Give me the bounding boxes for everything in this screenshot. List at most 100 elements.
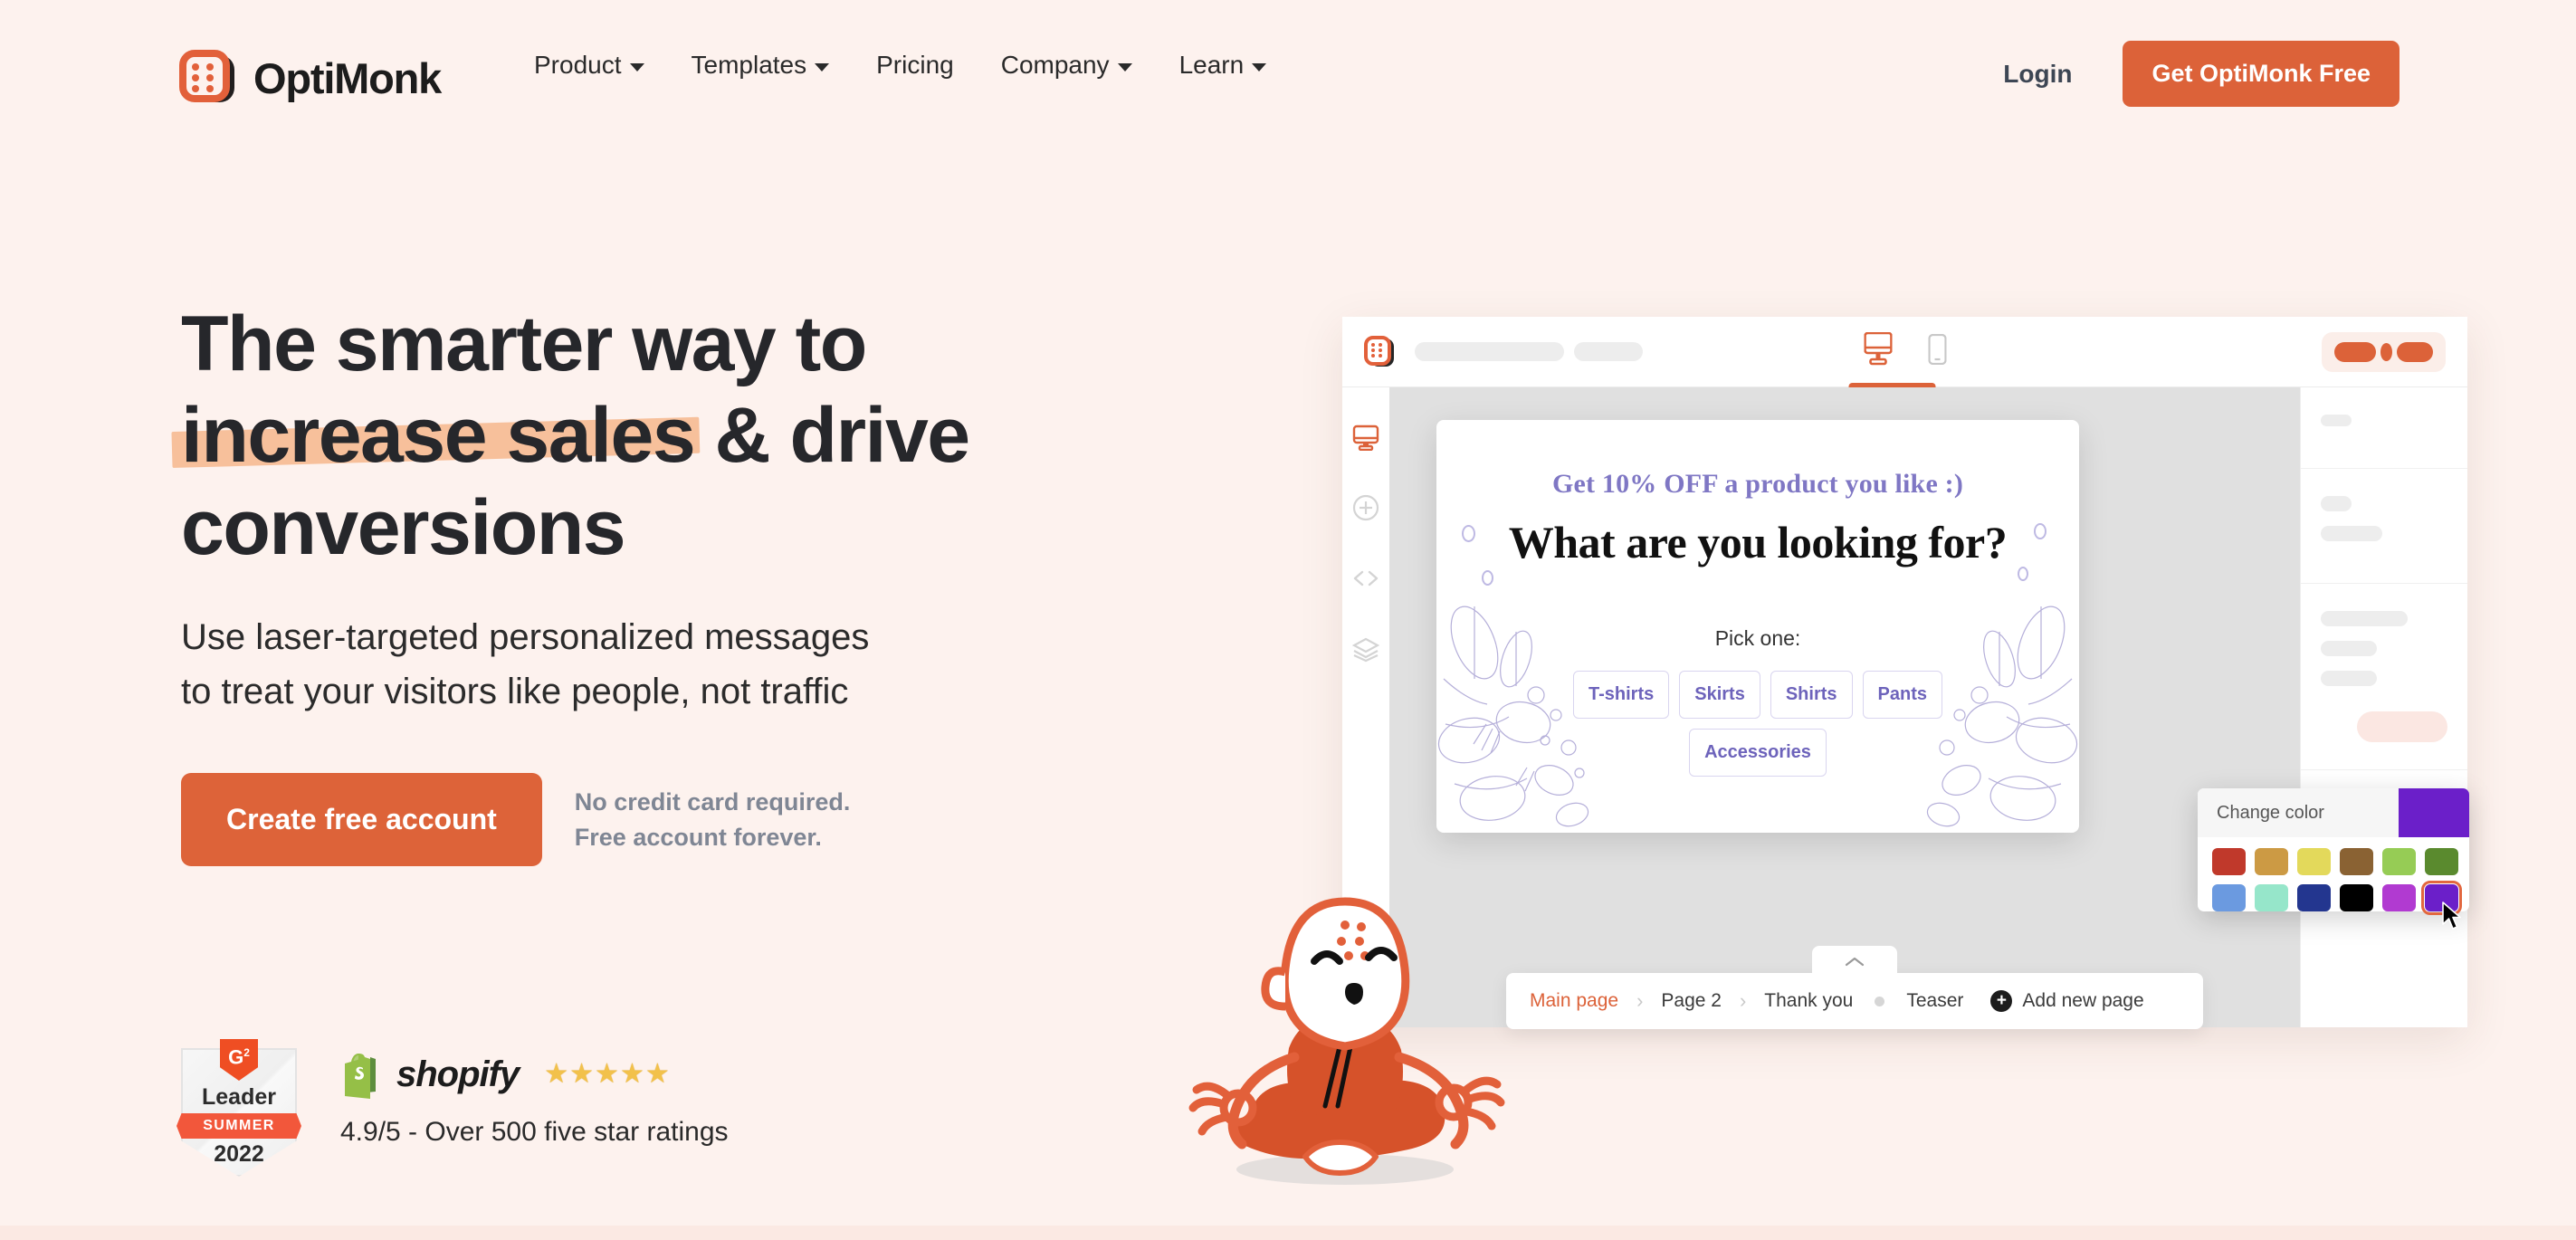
g2-title: Leader <box>202 1084 276 1110</box>
page-tab-page-2[interactable]: Page 2 <box>1661 990 1722 1012</box>
color-swatch-red[interactable] <box>2212 848 2246 875</box>
page-navigation-bar: Main page › Page 2 › Thank you Teaser + … <box>1506 946 2203 1029</box>
panel-section <box>2301 387 2467 469</box>
popup-eyebrow: Get 10% OFF a product you like :) <box>1551 469 1964 499</box>
layers-icon[interactable] <box>1352 635 1379 663</box>
popup-title: What are you looking for? <box>1508 517 2008 568</box>
shopify-wordmark: shopify <box>396 1054 520 1094</box>
optimonk-logo-icon <box>179 50 235 106</box>
change-color-label: Change color <box>2217 802 2324 823</box>
color-swatch-black[interactable] <box>2340 884 2373 911</box>
main-nav: Product Templates Pricing Company Learn <box>534 51 1267 80</box>
color-swatch-yellow[interactable] <box>2297 848 2331 875</box>
plus-icon: + <box>1990 990 2013 1012</box>
login-link[interactable]: Login <box>2003 60 2072 89</box>
desktop-view-tab[interactable] <box>1848 331 1935 391</box>
color-swatch-magenta[interactable] <box>2382 884 2416 911</box>
color-swatch-goldenrod[interactable] <box>2255 848 2288 875</box>
rating-text: 4.9/5 - Over 500 five star ratings <box>340 1117 729 1147</box>
display-icon[interactable] <box>1352 424 1379 451</box>
hero-subhead: Use laser-targeted personalized messages… <box>181 610 1249 719</box>
color-swatch-light-green[interactable] <box>2382 848 2416 875</box>
page-separator-icon: › <box>1739 989 1747 1012</box>
shopify-bag-icon <box>340 1050 384 1099</box>
popup-options-row-2: Accessories <box>1436 729 2079 777</box>
plus-circle-icon[interactable] <box>1352 494 1379 521</box>
panel-placeholder-bar <box>2321 671 2377 686</box>
hero-copy: The smarter way to increase sales & driv… <box>181 299 1249 867</box>
subhead-line-2: to treat your visitors like people, not … <box>181 672 849 712</box>
popup-option-accessories[interactable]: Accessories <box>1689 729 1827 777</box>
panel-placeholder-bar <box>2321 611 2408 626</box>
panel-section <box>2301 584 2467 770</box>
meditating-monk-mascot <box>1188 897 1505 1185</box>
nav-item-pricing[interactable]: Pricing <box>876 51 954 80</box>
g2-leader-badge: G2 Leader SUMMER 2022 <box>177 1039 301 1177</box>
panel-placeholder-bar <box>2321 415 2352 426</box>
toolbar-action-primary[interactable] <box>2334 341 2376 362</box>
nav-label: Company <box>1000 51 1110 79</box>
current-color-swatch[interactable] <box>2399 788 2469 837</box>
popup-pick-label: Pick one: <box>1714 626 1801 650</box>
desktop-icon <box>1863 331 1893 366</box>
color-swatch-brown[interactable] <box>2340 848 2373 875</box>
optimonk-logo-icon[interactable] <box>1364 335 1395 368</box>
g2-superscript: 2 <box>243 1046 250 1059</box>
mobile-icon <box>1927 333 1947 366</box>
headline-line-1: The smarter way to <box>181 300 867 387</box>
add-new-page-button[interactable]: + Add new page <box>1990 990 2144 1012</box>
popup-option-skirts[interactable]: Skirts <box>1679 671 1760 719</box>
device-toggle-group <box>1848 331 1947 391</box>
shopify-rating: shopify ★ ★ ★ ★ ★ 4.9/5 - Over 500 five … <box>340 1039 729 1148</box>
toolbar-action-buttons[interactable] <box>2322 331 2446 372</box>
note-line-1: No credit card required. <box>574 787 851 816</box>
nav-item-product[interactable]: Product <box>534 51 644 80</box>
code-icon[interactable] <box>1352 565 1379 592</box>
brand-name: OptiMonk <box>253 53 442 102</box>
headline-line-2: increase sales & drive <box>181 390 1249 482</box>
color-swatch-dark-green[interactable] <box>2425 848 2458 875</box>
page-dot-indicator <box>1875 996 1885 1006</box>
g2-season: SUMMER <box>177 1113 301 1139</box>
brand-logo[interactable]: OptiMonk <box>179 50 442 106</box>
star-icon: ★ <box>644 1059 670 1089</box>
chevron-down-icon <box>815 63 830 72</box>
color-swatch-blue[interactable] <box>2212 884 2246 911</box>
get-optimonk-free-button[interactable]: Get OptiMonk Free <box>2123 41 2399 107</box>
page-tab-main-page[interactable]: Main page <box>1530 990 1618 1012</box>
nav-label: Learn <box>1178 51 1245 79</box>
star-icon: ★ <box>595 1059 619 1089</box>
page-separator-icon: › <box>1636 989 1644 1012</box>
toolbar-placeholder-bar <box>1415 342 1564 361</box>
collapse-handle[interactable] <box>1812 946 1897 977</box>
nav-item-learn[interactable]: Learn <box>1179 51 1267 80</box>
star-icon: ★ <box>544 1059 569 1089</box>
toolbar-action-secondary[interactable] <box>2397 341 2433 362</box>
chevron-up-icon <box>1845 957 1865 966</box>
toolbar-placeholder-bar <box>1574 342 1643 361</box>
create-free-account-button[interactable]: Create free account <box>181 773 542 867</box>
nav-item-templates[interactable]: Templates <box>692 51 830 80</box>
nav-label: Templates <box>691 51 807 79</box>
mobile-view-tab[interactable] <box>1927 333 1947 369</box>
subhead-line-1: Use laser-targeted personalized messages <box>181 617 870 658</box>
panel-section <box>2301 469 2467 584</box>
page-tab-thank-you[interactable]: Thank you <box>1764 990 1853 1012</box>
popup-option-pants[interactable]: Pants <box>1862 671 1942 719</box>
nav-item-company[interactable]: Company <box>1001 51 1132 80</box>
color-swatch-navy[interactable] <box>2297 884 2331 911</box>
landing-page: OptiMonk Product Templates Pricing Compa… <box>0 0 2576 1240</box>
panel-placeholder-bar <box>2321 526 2382 541</box>
editor-canvas: Get 10% OFF a product you like :) What a… <box>1389 387 2300 1027</box>
popup-option-shirts[interactable]: Shirts <box>1770 671 1853 719</box>
popup-option-tshirts[interactable]: T-shirts <box>1573 671 1670 719</box>
page-tab-teaser[interactable]: Teaser <box>1906 990 1963 1012</box>
chevron-down-icon <box>1117 63 1132 72</box>
headline-highlight: increase sales <box>181 390 696 482</box>
header-actions: Login Get OptiMonk Free <box>2003 41 2399 107</box>
chevron-down-icon <box>1252 63 1267 72</box>
color-swatch-mint[interactable] <box>2255 884 2288 911</box>
panel-placeholder-bar <box>2321 496 2352 511</box>
panel-pink-button-placeholder[interactable] <box>2357 711 2447 742</box>
toolbar-action-dot[interactable] <box>2380 342 2392 361</box>
